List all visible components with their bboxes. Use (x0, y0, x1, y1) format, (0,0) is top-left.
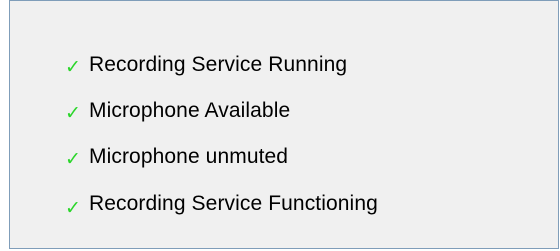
status-item-recording-service-functioning: ✓ Recording Service Functioning (65, 188, 378, 220)
status-panel: ✓ Recording Service Running ✓ Microphone… (9, 0, 559, 249)
status-item-microphone-unmuted: ✓ Microphone unmuted (65, 141, 288, 173)
status-label: Microphone unmuted (89, 145, 289, 168)
status-label: Microphone Available (89, 99, 291, 122)
checkmark-icon: ✓ (65, 56, 81, 78)
status-item-microphone-available: ✓ Microphone Available (65, 95, 290, 127)
checkmark-icon: ✓ (65, 102, 81, 124)
status-item-recording-service-running: ✓ Recording Service Running (65, 49, 347, 81)
status-label: Recording Service Running (89, 53, 348, 76)
status-label: Recording Service Functioning (89, 192, 378, 215)
checkmark-icon: ✓ (65, 148, 81, 170)
checkmark-icon: ✓ (65, 197, 81, 219)
